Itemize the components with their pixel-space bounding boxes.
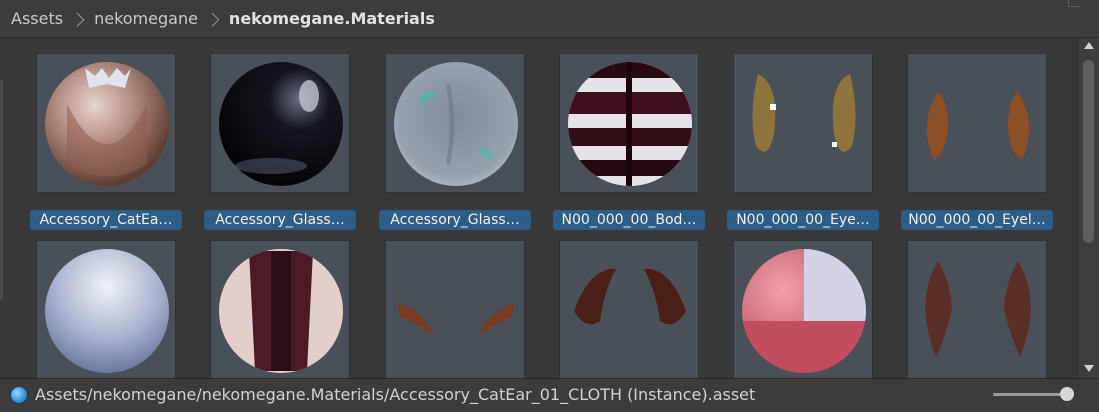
asset-label: Accessory_CatEa… (30, 210, 182, 230)
pink-white-sphere-preview[interactable] (733, 240, 873, 378)
header-corner-divider (1068, 0, 1081, 7)
vertical-scrollbar[interactable] (1079, 39, 1099, 378)
clothing-sphere-preview[interactable] (210, 240, 350, 378)
eye-highlight-preview[interactable] (733, 53, 873, 193)
black-glossy-sphere-preview[interactable] (210, 53, 350, 193)
zoom-slider-handle[interactable] (1060, 387, 1074, 401)
status-bar: Assets/nekomegane/nekomegane.Materials/A… (0, 378, 1099, 412)
asset-grid: Accessory_CatEa… Accessory_Glass… Access… (0, 39, 1078, 378)
asset-label: Accessory_Glass… (379, 210, 531, 230)
asset-label: N00_000_00_Eyel… (901, 210, 1053, 230)
transparent-glass-sphere-preview[interactable] (385, 53, 525, 193)
asset-label: Accessory_Glass… (204, 210, 356, 230)
asset-label: N00_000_00_Eye… (727, 210, 879, 230)
scroll-up-arrow-icon[interactable] (1084, 42, 1094, 49)
chevron-right-icon (70, 12, 85, 27)
selected-asset-path: Assets/nekomegane/nekomegane.Materials/A… (35, 385, 756, 404)
zoom-slider-fill (993, 393, 1067, 396)
breadcrumb-nekomegane[interactable]: nekomegane (94, 9, 198, 28)
breadcrumb-assets[interactable]: Assets (11, 9, 63, 28)
scrollbar-thumb[interactable] (1083, 60, 1094, 243)
striped-body-sphere-preview[interactable] (559, 53, 699, 193)
eyelash-brown-preview[interactable] (907, 53, 1047, 193)
zoom-slider[interactable] (993, 387, 1074, 401)
hair-curve-preview[interactable] (907, 240, 1047, 378)
cat-ear-sphere-preview[interactable] (36, 53, 176, 193)
eyebrow-preview[interactable] (385, 240, 525, 378)
scroll-down-arrow-icon[interactable] (1084, 365, 1094, 372)
pale-blue-sphere-preview[interactable] (36, 240, 176, 378)
material-sphere-icon (10, 386, 28, 404)
breadcrumb-current-folder[interactable]: nekomegane.Materials (229, 9, 435, 28)
breadcrumb-bar: Assets nekomegane nekomegane.Materials (0, 0, 1099, 38)
dark-hair-strands-preview[interactable] (559, 240, 699, 378)
chevron-right-icon (205, 12, 220, 27)
asset-label: N00_000_00_Bod… (553, 210, 705, 230)
